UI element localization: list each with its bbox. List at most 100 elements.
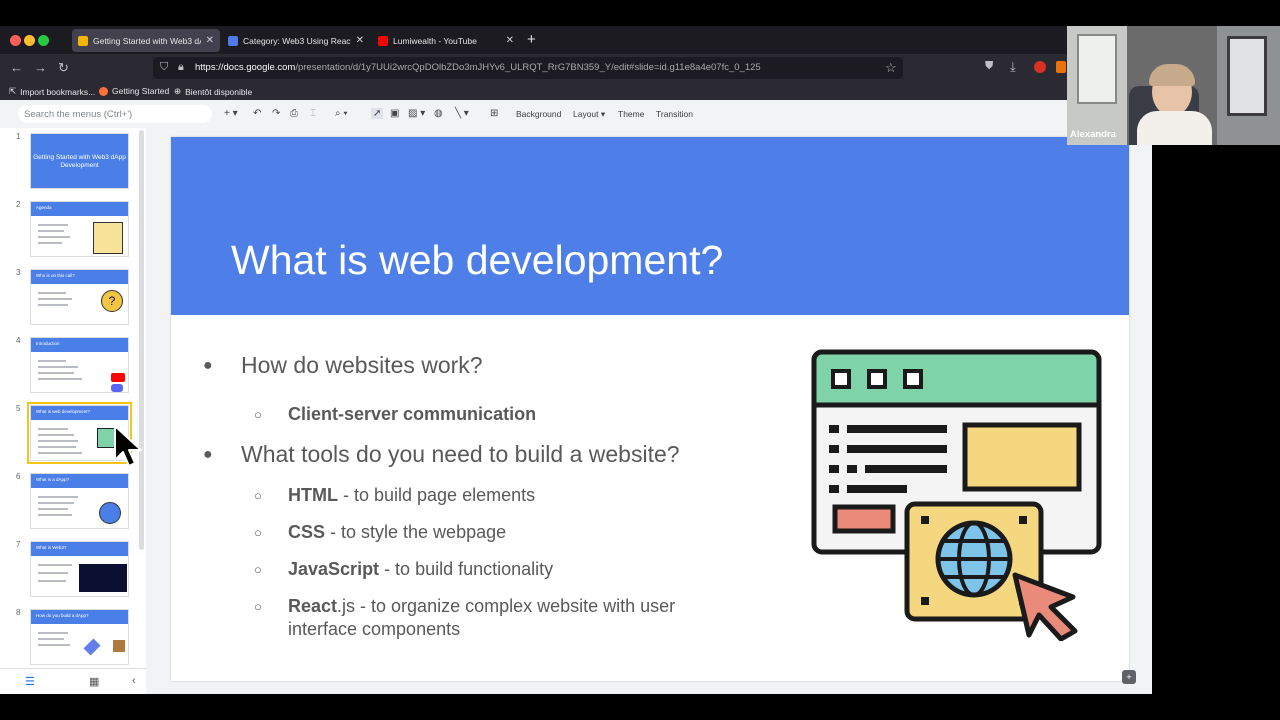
firefox-icon: [99, 86, 108, 96]
bullet-text: How do websites work?: [241, 352, 483, 378]
slide-thumb-8[interactable]: How do you build a dApp?: [30, 609, 129, 665]
grid-view-icon[interactable]: ▦: [89, 675, 99, 688]
tab-label: Lumiwealth - YouTube: [393, 35, 477, 46]
thumb-title: What is Web3?: [36, 545, 67, 550]
zoom-window-icon[interactable]: [38, 35, 49, 46]
select-arrow-icon[interactable]: ➚: [371, 108, 384, 119]
close-tab-icon[interactable]: ✕: [356, 35, 364, 46]
slide-number: 7: [16, 540, 21, 549]
url-text[interactable]: https://docs.google.com/presentation/d/1…: [195, 62, 761, 73]
slide-thumb-6[interactable]: What is a dApp?: [30, 473, 129, 529]
slide-title[interactable]: What is web development?: [231, 237, 723, 284]
redo-icon[interactable]: ↷: [272, 108, 280, 119]
tab-youtube[interactable]: Lumiwealth - YouTube ✕: [372, 29, 520, 52]
thumb-title: What is a dApp?: [36, 477, 70, 482]
theme-button[interactable]: Theme: [618, 109, 644, 119]
bullet-l2[interactable]: ○ JavaScript - to build functionality: [254, 558, 788, 581]
bullet-term: Client-server communication: [288, 404, 537, 424]
download-icon[interactable]: ⤓: [1010, 59, 1016, 75]
bullet-text: .js - to organize complex website with u…: [288, 596, 676, 639]
forward-arrow-icon[interactable]: →: [34, 60, 47, 75]
lock-icon[interactable]: 🔒︎: [178, 61, 184, 74]
tab-slides[interactable]: Getting Started with Web3 dApp ✕: [72, 29, 220, 52]
adblock-extension-icon[interactable]: [1034, 61, 1046, 73]
import-icon: ⇱: [9, 86, 17, 96]
bullet-l2[interactable]: ○ Client-server communication: [254, 403, 788, 426]
layout-label: Layout: [573, 109, 599, 119]
paint-format-icon[interactable]: ⌶: [310, 108, 316, 119]
bullet-text: What tools do you need to build a websit…: [241, 441, 680, 467]
shield-icon[interactable]: ⛉: [160, 61, 168, 74]
url-host: https://docs.google.com: [195, 62, 296, 73]
window-titlebar-shape: [811, 349, 1102, 408]
line-icon[interactable]: ╲ ▾: [455, 108, 469, 119]
close-tab-icon[interactable]: ✕: [206, 35, 214, 46]
filmstrip-view-icon[interactable]: ☰: [25, 675, 35, 688]
layout-button[interactable]: Layout ▾: [573, 109, 605, 120]
collapse-chevron-icon[interactable]: ‹: [132, 675, 136, 687]
slide-header-band: [171, 137, 1129, 315]
cursor-arrow-icon: [1012, 572, 1078, 641]
bullet-l1[interactable]: ● How do websites work?: [203, 352, 483, 379]
explore-icon[interactable]: +: [1122, 670, 1136, 684]
person-shirt: [1137, 111, 1212, 145]
slide-thumb-3[interactable]: Who is on this call? ?: [30, 269, 129, 325]
image-icon[interactable]: ▨ ▾: [408, 108, 425, 119]
bookmark-bientot[interactable]: ⊕ Bientôt disponible: [174, 86, 252, 97]
bullet-ring-icon: ○: [254, 488, 262, 503]
bookmark-getting-started[interactable]: Getting Started: [99, 86, 169, 96]
reload-icon[interactable]: ↻: [58, 60, 69, 76]
bookmark-star-icon[interactable]: ☆: [885, 60, 897, 76]
print-icon[interactable]: ⎙: [290, 108, 298, 119]
transition-button[interactable]: Transition: [656, 109, 693, 119]
bullet-term: CSS: [288, 522, 326, 542]
youtube-icon: [111, 373, 125, 382]
ethereum-icon: [83, 638, 101, 656]
tab-label: Getting Started with Web3 dApp: [93, 35, 201, 46]
back-arrow-icon[interactable]: ←: [10, 60, 23, 75]
bullet-l2[interactable]: ○ CSS - to style the webpage: [254, 521, 788, 544]
bookmark-label: Bientôt disponible: [185, 86, 253, 97]
bullet-dot-icon: ●: [203, 446, 213, 463]
slide-canvas[interactable]: What is web development? ● How do website…: [171, 137, 1129, 681]
bullet-text: - to style the webpage: [325, 522, 507, 542]
background-button[interactable]: Background: [516, 109, 561, 119]
slide-number: 6: [16, 472, 21, 481]
slide-thumb-4[interactable]: Introduction: [30, 337, 129, 393]
bookmark-label: Import bookmarks...: [20, 86, 96, 97]
slide-thumb-2[interactable]: Agenda: [30, 201, 129, 257]
slide-thumb-1[interactable]: Getting Started with Web3 dApp Developme…: [30, 133, 129, 189]
bullet-term: JavaScript: [288, 559, 380, 579]
search-menus-input[interactable]: Search the menus (Ctrl+'): [18, 105, 212, 123]
bullet-ring-icon: ○: [254, 407, 262, 422]
bullet-l2[interactable]: ○ React.js - to organize complex website …: [254, 595, 738, 641]
web3-graphic: [79, 564, 127, 592]
bullet-ring-icon: ○: [254, 562, 262, 577]
bookmark-import[interactable]: ⇱ Import bookmarks...: [9, 86, 95, 97]
slide-number: 5: [16, 404, 21, 413]
tab-category[interactable]: Category: Web3 Using React Pr ✕: [222, 29, 370, 52]
filmstrip-scrollbar[interactable]: [139, 130, 144, 550]
thumb-title: Agenda: [36, 205, 52, 210]
content-block-shape: [962, 422, 1082, 492]
close-tab-icon[interactable]: ✕: [506, 35, 514, 46]
pocket-icon[interactable]: ⛊: [985, 60, 993, 73]
comment-icon[interactable]: ⊞: [490, 108, 498, 119]
metamask-extension-icon[interactable]: [1056, 61, 1066, 73]
new-tab-plus-icon[interactable]: +: [527, 31, 536, 48]
slide-thumb-7[interactable]: What is Web3?: [30, 541, 129, 597]
undo-icon[interactable]: ↶: [253, 108, 261, 119]
network-icon: [99, 502, 121, 524]
new-slide-plus-icon[interactable]: + ▾: [224, 108, 238, 119]
bullet-l2[interactable]: ○ HTML - to build page elements: [254, 484, 788, 507]
url-path: /presentation/d/1y7UUi2wrcQpDOlbZDo3mJHY…: [295, 62, 761, 73]
shape-icon[interactable]: ◍: [434, 108, 443, 119]
bullet-l1[interactable]: ● What tools do you need to build a websi…: [203, 441, 680, 468]
window-frame: [1077, 34, 1117, 104]
close-window-icon[interactable]: [10, 35, 21, 46]
text-box-icon[interactable]: ▣: [390, 108, 399, 119]
zoom-icon[interactable]: ⌕ ▾: [335, 108, 348, 119]
window-dot-shape: [867, 369, 887, 389]
screen: Getting Started with Web3 dApp ✕ Categor…: [0, 0, 1280, 720]
minimize-window-icon[interactable]: [24, 35, 35, 46]
